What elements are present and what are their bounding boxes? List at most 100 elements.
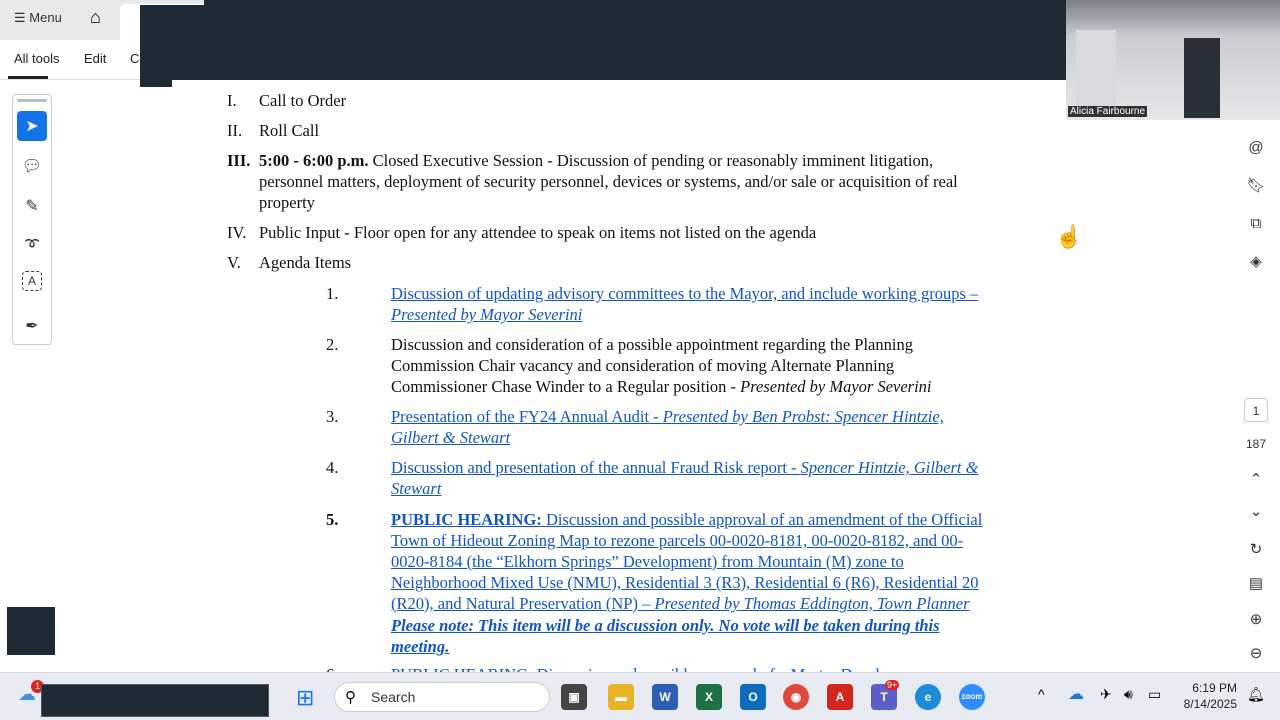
hamburger-icon: ☰ — [14, 10, 26, 25]
zoom-app-icon[interactable]: zoom — [959, 684, 985, 710]
time-range: 5:00 - 6:00 p.m. — [259, 151, 369, 170]
video-thumbnail[interactable] — [1066, 0, 1280, 120]
agenda-link[interactable]: (R20), and Natural Preservation (NP) – P… — [391, 593, 970, 614]
agenda-link[interactable]: Presented by Mayor Severini — [391, 304, 582, 325]
text: Presentation of the FY24 Annual Audit - — [391, 407, 663, 426]
clock-date[interactable]: 8/14/2025 — [1172, 697, 1237, 711]
video-scene — [1184, 38, 1220, 118]
page-total: 187 — [1245, 437, 1267, 451]
chevron-up-icon[interactable]: ⌃ — [1244, 468, 1268, 492]
item-number: 3. — [326, 407, 339, 426]
right-panel: @ 🔖︎ ⧉ ◈ 1 187 ⌃ ⌄ ↻ ▤ ⊕ ⊖ — [1240, 130, 1272, 670]
presenter: Presented by Thomas Eddington, Town Plan… — [654, 594, 970, 613]
presenter: Spencer Hintzie, Gilbert & — [800, 458, 979, 477]
agenda-item: Agenda Items — [259, 253, 352, 272]
text: Commissioner Chase Winder to a Regular p… — [391, 376, 932, 397]
agenda-link[interactable]: Discussion and presentation of the annua… — [391, 457, 978, 478]
redaction-box — [41, 684, 269, 717]
text: Discussion and possible approval of an a… — [541, 510, 983, 529]
agenda-link[interactable]: Gilbert & Stewart — [391, 427, 510, 448]
tab-edit[interactable]: Edit — [84, 51, 106, 66]
chrome-icon[interactable]: ◉ — [783, 684, 809, 710]
agenda-link[interactable]: Stewart — [391, 478, 441, 499]
agenda-link[interactable]: Town of Hideout Zoning Map to rezone par… — [391, 530, 963, 551]
text: Discussion and presentation of the annua… — [391, 458, 801, 477]
item-number: 5. — [326, 510, 339, 529]
text: property — [259, 193, 315, 212]
windows-start-icon[interactable]: ⊞ — [296, 685, 314, 711]
highlight-pen-icon[interactable]: ✎ — [17, 191, 47, 221]
text: Commissioner Chase Winder to a Regular p… — [391, 377, 741, 396]
hand-cursor-icon: ☝ — [1055, 224, 1083, 249]
battery-icon[interactable]: ▭ — [1148, 686, 1161, 703]
file-explorer-icon[interactable]: ▬ — [608, 684, 634, 710]
presenter: Presented by Mayor Severini — [740, 377, 932, 396]
home-icon[interactable]: ⌂ — [90, 7, 101, 28]
clock-time[interactable]: 6:19 PM — [1185, 681, 1237, 695]
item-number: II. — [227, 121, 243, 140]
chevron-down-icon[interactable]: ⌄ — [1244, 500, 1268, 524]
text: Discussion and consideration of a possib… — [391, 335, 913, 354]
draw-lasso-icon[interactable]: ➰︎ — [17, 231, 47, 261]
word-icon[interactable]: W — [652, 684, 678, 710]
text: (R20), and Natural Preservation (NP) – — [391, 594, 655, 613]
heading: PUBLIC HEARING: — [391, 510, 542, 529]
agenda-link[interactable]: Presentation of the FY24 Annual Audit - … — [391, 406, 944, 427]
note-link[interactable]: Please note: This item will be a discuss… — [391, 615, 940, 636]
excel-icon[interactable]: X — [696, 684, 722, 710]
item-number: 2. — [326, 335, 339, 354]
text-box-icon[interactable]: A — [22, 271, 42, 291]
note-link[interactable]: meeting. — [391, 636, 449, 657]
text: personnel matters, deployment of securit… — [259, 172, 958, 191]
redaction-box — [140, 5, 1066, 87]
search-box[interactable]: ⚲ Search — [334, 682, 550, 712]
notifications-icon[interactable]: 🔔︎ — [1247, 686, 1265, 703]
item-number: 4. — [326, 458, 339, 477]
comment-icon[interactable]: 💬︎ — [17, 151, 47, 181]
zoom-in-icon[interactable]: ⊕ — [1244, 608, 1268, 632]
presenter: Presented by Ben Probst: Spencer Hintzie… — [662, 407, 944, 426]
agenda-link[interactable]: PUBLIC HEARING: Discussion and possible … — [391, 664, 901, 672]
agenda-item: 5:00 - 6:00 p.m. Closed Executive Sessio… — [259, 150, 933, 171]
bookmark-icon[interactable]: 🔖︎ — [1244, 174, 1268, 198]
text: Commission Chair vacancy and considerati… — [391, 356, 895, 375]
search-icon: ⚲ — [345, 689, 356, 706]
agenda-item: Public Input - Floor open for any attend… — [259, 223, 817, 242]
refresh-icon[interactable]: ↻ — [1244, 538, 1268, 562]
video-scene — [1076, 30, 1116, 110]
select-cursor-icon[interactable]: ➤ — [17, 111, 47, 141]
comment-panel-icon[interactable]: @ — [1244, 136, 1268, 160]
chevron-up-icon[interactable]: ^ — [1038, 686, 1045, 702]
item-number: 6. — [326, 664, 338, 672]
redaction-box — [7, 607, 55, 655]
item-number: I. — [227, 91, 237, 110]
layers-icon[interactable]: ◈ — [1244, 250, 1268, 274]
drag-handle[interactable] — [17, 99, 47, 102]
search-label: Search — [371, 689, 416, 705]
agenda-link[interactable]: Discussion of updating advisory committe… — [391, 283, 978, 304]
item-number: V. — [227, 253, 241, 272]
zoom-out-icon[interactable]: ⊖ — [1244, 642, 1268, 666]
edge-icon[interactable]: e — [915, 684, 941, 710]
fit-page-icon[interactable]: ▤ — [1244, 572, 1268, 596]
pages-icon[interactable]: ⧉ — [1244, 212, 1268, 236]
outlook-icon[interactable]: O — [740, 684, 766, 710]
teams-badge: 9+ — [885, 680, 900, 690]
onedrive-icon[interactable]: ☁ — [1068, 684, 1084, 704]
menu-button[interactable]: ☰ Menu — [14, 10, 62, 26]
sign-icon[interactable]: ✒ — [17, 311, 47, 341]
agenda-link[interactable]: Neighborhood Mixed Use (NMU), Residentia… — [391, 572, 979, 593]
acrobat-icon[interactable]: A — [827, 684, 853, 710]
text: Closed Executive Session - Discussion of… — [368, 151, 934, 170]
volume-icon[interactable]: 🔊︎ — [1124, 686, 1133, 703]
agenda-link[interactable]: PUBLIC HEARING: Discussion and possible … — [391, 509, 982, 530]
task-view-icon[interactable]: ▣ — [561, 684, 587, 710]
agenda-link[interactable]: 0020-8184 (the “Elkhorn Springs” Develop… — [391, 551, 904, 572]
tab-all-tools[interactable]: All tools — [14, 51, 60, 66]
airplane-mode-icon[interactable]: ✈ — [1100, 686, 1112, 703]
page-number-input[interactable]: 1 — [1244, 398, 1268, 422]
menu-label: Menu — [29, 10, 62, 25]
item-number: 1. — [326, 284, 339, 303]
agenda-item: Call to Order — [259, 91, 347, 110]
item-number: IV. — [227, 223, 247, 242]
